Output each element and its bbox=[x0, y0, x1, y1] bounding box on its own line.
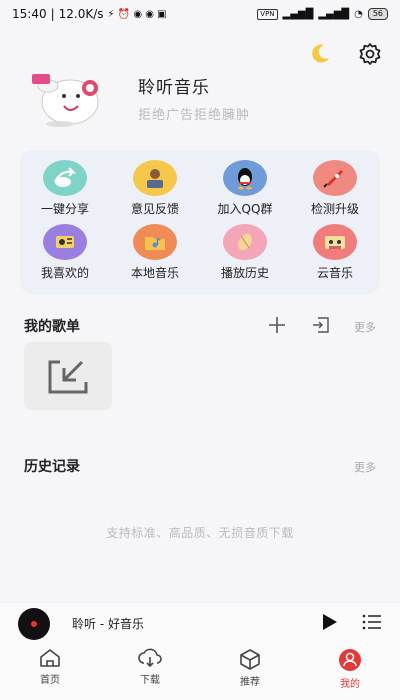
status-time: 15:40 bbox=[12, 7, 47, 21]
favorite-icon bbox=[43, 224, 87, 260]
tab-download[interactable]: 下载 bbox=[100, 644, 200, 700]
qq-icon bbox=[223, 160, 267, 196]
battery-indicator: 56 bbox=[367, 8, 388, 20]
playlist-queue-icon[interactable] bbox=[362, 613, 382, 635]
home-icon bbox=[40, 649, 60, 667]
status-bar: 15:40 | 12.0K/s ⚡ ⏰ ◉ ◉ ▣ VPN ▂▄▆█ ▂▄▆█ … bbox=[0, 0, 400, 28]
mascot-avatar bbox=[32, 74, 99, 127]
moon-icon[interactable] bbox=[308, 42, 332, 70]
feature-share[interactable]: 一键分享 bbox=[20, 160, 110, 224]
feedback-icon bbox=[133, 160, 177, 196]
download-icon bbox=[138, 648, 162, 668]
app-name: 聆听音乐 bbox=[138, 78, 210, 98]
user-icon bbox=[339, 649, 361, 671]
feature-grid: 一键分享 意见反馈 加入QQ群 检测升级 我喜欢的 本地音乐 播放历史 云音乐 bbox=[20, 150, 380, 294]
playlists-title: 我的歌单 bbox=[24, 319, 80, 335]
folder-music-icon bbox=[133, 224, 177, 260]
signal-icon: ▂▄▆█ bbox=[282, 8, 314, 20]
import-icon bbox=[48, 360, 88, 394]
cube-icon bbox=[240, 649, 260, 670]
add-playlist-icon[interactable] bbox=[266, 314, 288, 340]
history-empty-text: 支持标准、高品质、无损音质下载 bbox=[106, 526, 294, 540]
tab-mine[interactable]: 我的 bbox=[300, 644, 400, 700]
playlists-more-link[interactable]: 更多 bbox=[354, 319, 376, 335]
feature-join-qq[interactable]: 加入QQ群 bbox=[200, 160, 290, 224]
cassette-icon bbox=[313, 224, 357, 260]
history-title: 历史记录 bbox=[24, 459, 80, 475]
gear-icon[interactable] bbox=[358, 42, 382, 70]
now-playing-title: 聆听 - 好音乐 bbox=[72, 617, 144, 631]
header-actions bbox=[308, 42, 382, 70]
bottom-tab-bar: 首页 下载 推荐 我的 bbox=[0, 644, 400, 700]
wifi-icon: ◔ bbox=[354, 8, 363, 20]
tab-home[interactable]: 首页 bbox=[0, 644, 100, 700]
share-icon bbox=[43, 160, 87, 196]
feature-feedback[interactable]: 意见反馈 bbox=[110, 160, 200, 224]
history-more-link[interactable]: 更多 bbox=[354, 459, 376, 475]
feature-cloud-music[interactable]: 云音乐 bbox=[290, 224, 380, 288]
history-icon bbox=[223, 224, 267, 260]
tab-recommend[interactable]: 推荐 bbox=[200, 644, 300, 700]
feature-history[interactable]: 播放历史 bbox=[200, 224, 290, 288]
import-playlist-icon[interactable] bbox=[310, 314, 332, 340]
play-icon[interactable] bbox=[320, 613, 338, 635]
status-speed: 12.0K/s bbox=[58, 7, 104, 21]
profile-header[interactable]: 聆听音乐 拒绝广告拒绝臃肿 bbox=[24, 66, 250, 130]
rocket-icon bbox=[313, 160, 357, 196]
feature-check-update[interactable]: 检测升级 bbox=[290, 160, 380, 224]
vpn-badge: VPN bbox=[257, 8, 278, 20]
feature-local-music[interactable]: 本地音乐 bbox=[110, 224, 200, 288]
signal-icon-2: ▂▄▆█ bbox=[318, 8, 350, 20]
notification-icons: ⚡ ⏰ ◉ ◉ ▣ bbox=[107, 8, 167, 20]
feature-favorites[interactable]: 我喜欢的 bbox=[20, 224, 110, 288]
import-playlist-card[interactable] bbox=[24, 342, 112, 410]
mini-player[interactable]: 聆听 - 好音乐 bbox=[0, 602, 400, 644]
app-slogan: 拒绝广告拒绝臃肿 bbox=[138, 108, 251, 123]
album-disc bbox=[18, 607, 50, 640]
